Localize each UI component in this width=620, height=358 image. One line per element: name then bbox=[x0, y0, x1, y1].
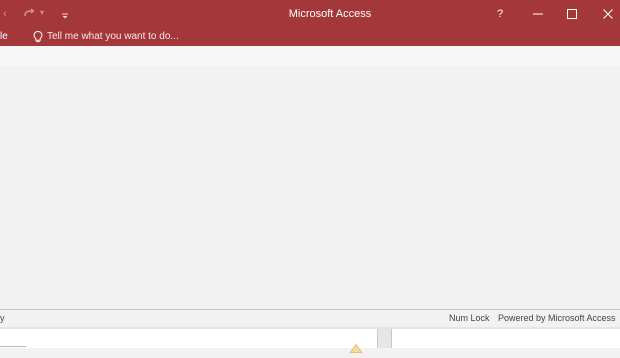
minimize-button[interactable] bbox=[520, 0, 556, 28]
divider bbox=[0, 346, 26, 347]
num-lock-indicator: Num Lock bbox=[449, 313, 490, 323]
title-bar: ‹ ▾ Microsoft Access ? bbox=[0, 0, 620, 28]
close-icon bbox=[603, 9, 613, 19]
redo-arrow-shape bbox=[24, 8, 35, 17]
help-button[interactable]: ? bbox=[482, 0, 518, 28]
lightbulb-icon[interactable] bbox=[32, 30, 44, 44]
lower-window-left bbox=[0, 329, 378, 353]
ribbon-tabs-bar: le Tell me what you want to do... bbox=[0, 28, 620, 46]
workspace-area bbox=[0, 66, 620, 309]
customize-qat-icon[interactable] bbox=[60, 8, 70, 19]
maximize-button[interactable] bbox=[554, 0, 590, 28]
close-button[interactable] bbox=[590, 0, 620, 28]
customize-qat-shape bbox=[62, 13, 68, 19]
status-bar: y Num Lock Powered by Microsoft Access bbox=[0, 309, 620, 328]
tab-file[interactable]: le bbox=[0, 31, 8, 42]
window-title: Microsoft Access bbox=[288, 8, 372, 20]
redo-icon[interactable] bbox=[22, 6, 36, 20]
maximize-icon bbox=[567, 9, 577, 19]
powered-by-text: Powered by Microsoft Access bbox=[498, 313, 616, 323]
lower-window-right bbox=[391, 329, 620, 348]
redo-dropdown-icon[interactable]: ▾ bbox=[40, 8, 46, 18]
tell-me-search[interactable]: Tell me what you want to do... bbox=[47, 31, 179, 42]
undo-icon[interactable]: ‹ bbox=[3, 8, 9, 20]
ribbon-area bbox=[0, 46, 620, 66]
minimize-icon bbox=[533, 13, 543, 15]
status-text: y bbox=[0, 313, 5, 323]
lightbulb-shape bbox=[33, 30, 43, 43]
warning-triangle bbox=[349, 343, 363, 353]
